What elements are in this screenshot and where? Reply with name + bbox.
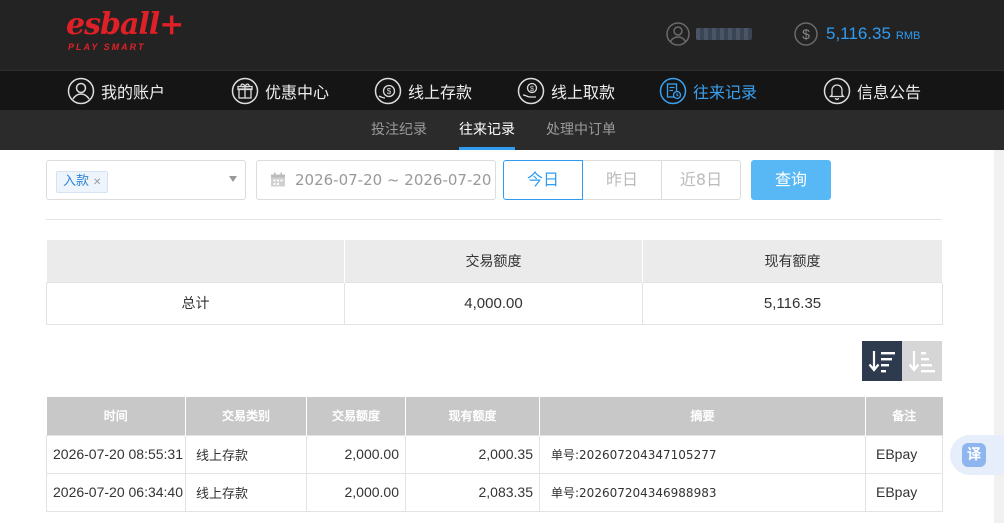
col-header-amount[interactable]: 交易额度 [306, 397, 406, 435]
logo-main-text: esball+ [66, 7, 184, 42]
col-header-note[interactable]: 备注 [865, 397, 943, 435]
deposit-coin-icon: $ [374, 77, 402, 105]
cell-memo: 单号:202607204347105277 [539, 434, 866, 474]
records-header-row: 时间 交易类别 交易额度 现有额度 摘要 备注 [46, 397, 943, 435]
sort-ascending-icon [908, 351, 935, 373]
date-range-picker[interactable]: 2026-07-20 ~ 2026-07-20 [256, 160, 496, 200]
subnav-pending-orders[interactable]: 处理中订单 [546, 110, 616, 150]
summary-header-balance: 现有额度 [642, 240, 943, 282]
svg-text:$: $ [387, 87, 392, 96]
quick-range-yesterday[interactable]: 昨日 [582, 160, 662, 200]
summary-total-amount: 4,000.00 [344, 281, 643, 325]
records-table: 时间 交易类别 交易额度 现有额度 摘要 备注 2026-07-20 08:55… [46, 397, 943, 512]
cell-type: 线上存款 [185, 434, 307, 474]
summary-header-amount: 交易额度 [344, 240, 643, 282]
history-record-icon [659, 77, 687, 105]
sort-descending-icon [868, 351, 895, 373]
svg-text:$: $ [802, 26, 810, 42]
cell-memo: 单号:202607204346988983 [539, 472, 866, 512]
summary-total-row: 总计 4,000.00 5,116.35 [46, 281, 943, 325]
type-tag-label: 入款 [63, 174, 90, 189]
translate-float-button[interactable]: 译 [950, 435, 1004, 475]
nav-announcements[interactable]: 信息公告 [823, 71, 921, 111]
cell-balance: 2,000.35 [405, 434, 540, 474]
nav-online-deposit[interactable]: $ 线上存款 [374, 71, 472, 111]
nav-history-records[interactable]: 往来记录 [659, 71, 757, 111]
user-avatar-icon [666, 22, 690, 46]
brand-logo[interactable]: esball+ PLAY SMART [66, 7, 184, 53]
summary-total-label: 总计 [46, 281, 345, 325]
cell-amount: 2,000.00 [306, 434, 406, 474]
summary-header-row: 交易额度 现有额度 [46, 240, 943, 282]
gift-icon [231, 77, 259, 105]
caret-down-icon [229, 176, 237, 182]
bell-icon [823, 77, 851, 105]
subnav-history-records[interactable]: 往来记录 [459, 110, 515, 150]
username-blurred [696, 28, 752, 40]
transaction-type-select[interactable]: 入款 ✕ [46, 160, 246, 200]
withdraw-hand-icon: $ [517, 77, 545, 105]
cell-amount: 2,000.00 [306, 472, 406, 512]
dollar-icon: $ [794, 22, 818, 46]
top-header: esball+ PLAY SMART $ 5,116.35 RMB [0, 0, 1004, 70]
logo-sub-text: PLAY SMART [68, 42, 146, 52]
cell-note: EBpay [865, 434, 943, 474]
user-circle-icon [67, 77, 95, 105]
subnav-bet-records[interactable]: 投注纪录 [371, 110, 427, 150]
nav-label: 线上存款 [408, 83, 473, 102]
cell-note: EBpay [865, 472, 943, 512]
quick-range-today[interactable]: 今日 [503, 160, 583, 200]
nav-label: 信息公告 [857, 83, 922, 102]
col-header-type[interactable]: 交易类别 [185, 397, 307, 435]
nav-label: 优惠中心 [265, 83, 330, 102]
table-row[interactable]: 2026-07-20 08:55:31 线上存款 2,000.00 2,000.… [46, 434, 943, 474]
user-info[interactable] [666, 21, 752, 47]
remove-tag-icon[interactable]: ✕ [93, 177, 101, 188]
query-button[interactable]: 查询 [751, 160, 831, 200]
nav-label: 往来记录 [693, 83, 758, 102]
col-header-memo[interactable]: 摘要 [539, 397, 866, 435]
table-row[interactable]: 2026-07-20 06:34:40 线上存款 2,000.00 2,083.… [46, 472, 943, 512]
balance-display: $ 5,116.35 RMB [794, 21, 920, 47]
svg-text:$: $ [530, 86, 534, 93]
summary-header-blank [46, 240, 345, 282]
balance-currency: RMB [895, 29, 921, 42]
nav-promotions[interactable]: 优惠中心 [231, 71, 329, 111]
sort-ascending-button[interactable] [902, 341, 942, 381]
sort-descending-button[interactable] [862, 341, 902, 381]
selected-type-tag: 入款 ✕ [56, 171, 109, 193]
quick-range-last-8-days[interactable]: 近8日 [661, 160, 741, 200]
balance-value: 5,116.35 [826, 24, 891, 43]
cell-type: 线上存款 [185, 472, 307, 512]
nav-label: 线上取款 [551, 83, 616, 102]
col-header-time[interactable]: 时间 [46, 397, 186, 435]
summary-table: 交易额度 现有额度 总计 4,000.00 5,116.35 [46, 240, 943, 325]
section-divider [46, 219, 942, 220]
nav-online-withdraw[interactable]: $ 线上取款 [517, 71, 615, 111]
cell-time: 2026-07-20 06:34:40 [46, 472, 186, 512]
date-range-value: 2026-07-20 ~ 2026-07-20 [295, 171, 492, 189]
calendar-icon [271, 172, 285, 187]
summary-total-balance: 5,116.35 [642, 281, 943, 325]
sub-nav: 投注纪录 往来记录 处理中订单 [0, 110, 1004, 150]
translate-icon: 译 [962, 443, 986, 467]
nav-label: 我的账户 [101, 83, 166, 102]
cell-balance: 2,083.35 [405, 472, 540, 512]
nav-my-account[interactable]: 我的账户 [67, 71, 165, 111]
col-header-balance[interactable]: 现有额度 [405, 397, 540, 435]
main-nav: 我的账户 优惠中心 $ 线上存款 $ 线上取款 往来记录 信息公告 [0, 70, 1004, 110]
cell-time: 2026-07-20 08:55:31 [46, 434, 186, 474]
